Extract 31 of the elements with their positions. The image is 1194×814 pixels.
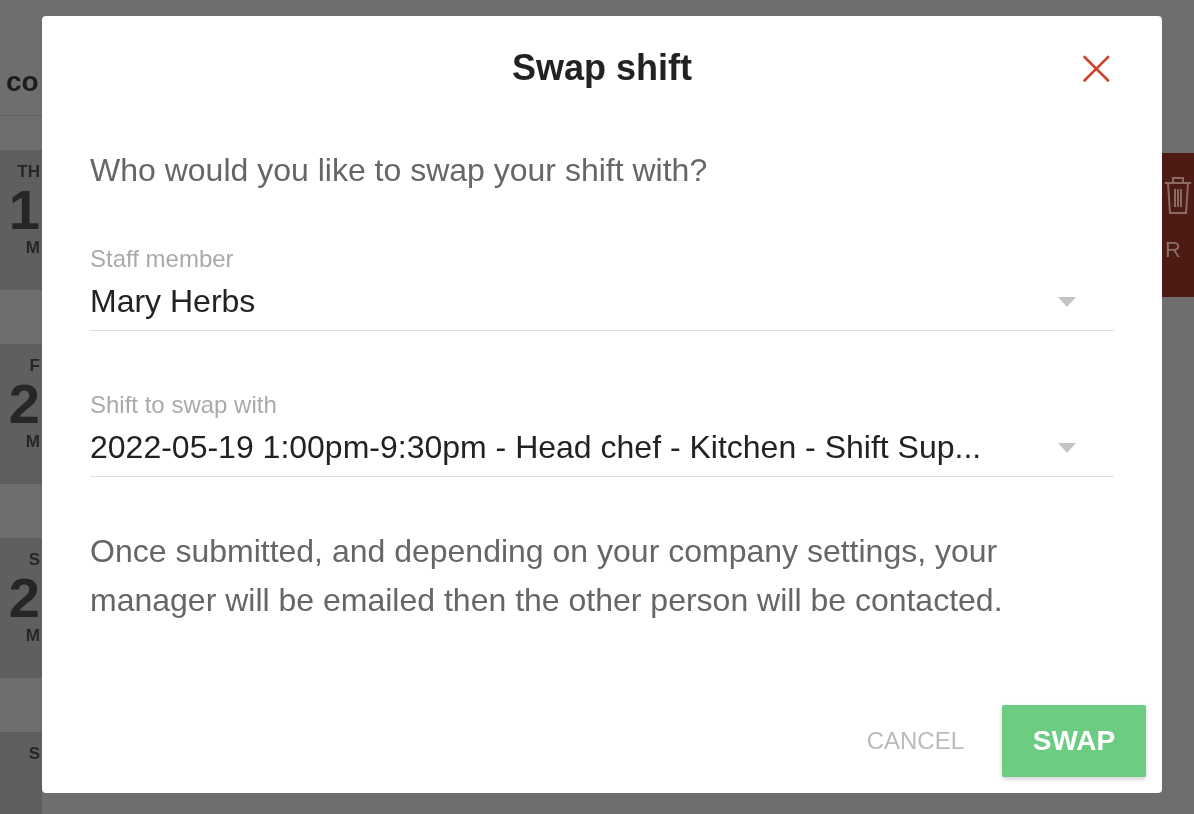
field-label: Staff member xyxy=(90,245,235,273)
day-number: 1 xyxy=(8,182,40,238)
day-card[interactable]: S xyxy=(0,732,42,814)
dropdown-field[interactable]: Shift to swap with 2022-05-19 1:00pm-9:30pm - Head chef - Kitchen - Shift Sup... xyxy=(90,391,1114,477)
close-button[interactable]: × xyxy=(1070,42,1122,92)
question-text: Who would you like to swap your shift with? xyxy=(90,152,709,189)
month-label: M xyxy=(25,626,40,646)
dialog-title: Swap shift xyxy=(512,47,692,89)
day-number: 2 xyxy=(8,376,40,432)
weekday-label: S xyxy=(28,550,40,570)
month-label: M xyxy=(25,238,40,258)
dropdown-field[interactable]: Staff member Mary Herbs xyxy=(90,245,1114,331)
button-label: R xyxy=(1165,237,1181,263)
month-label: M xyxy=(25,432,40,452)
weekday-label: S xyxy=(28,744,40,764)
day-card[interactable]: TH 1 M xyxy=(0,150,42,290)
caret-icon xyxy=(1058,296,1076,307)
trash-icon xyxy=(1163,175,1193,215)
swap-button[interactable]: SWAP xyxy=(1002,705,1146,777)
weekday-label: TH xyxy=(17,162,40,182)
day-number: 2 xyxy=(8,570,40,626)
info-text: Once submitted, and depending on your company settings, your manager will be emailed then the other person will be contacted. xyxy=(90,532,1004,620)
day-card[interactable]: F 2 M xyxy=(0,344,42,484)
field-value: 2022-05-19 1:00pm-9:30pm - Head chef - Kitchen - Shift Sup... xyxy=(90,429,982,466)
weekday-label: F xyxy=(29,356,40,376)
caret-icon xyxy=(1058,442,1076,453)
day-card[interactable]: S 2 M xyxy=(0,538,42,678)
field-value: Mary Herbs xyxy=(90,283,256,320)
cancel-button[interactable]: CANCEL xyxy=(858,719,972,763)
delete-button[interactable]: R xyxy=(1162,153,1194,297)
field-label: Shift to swap with xyxy=(90,391,278,419)
